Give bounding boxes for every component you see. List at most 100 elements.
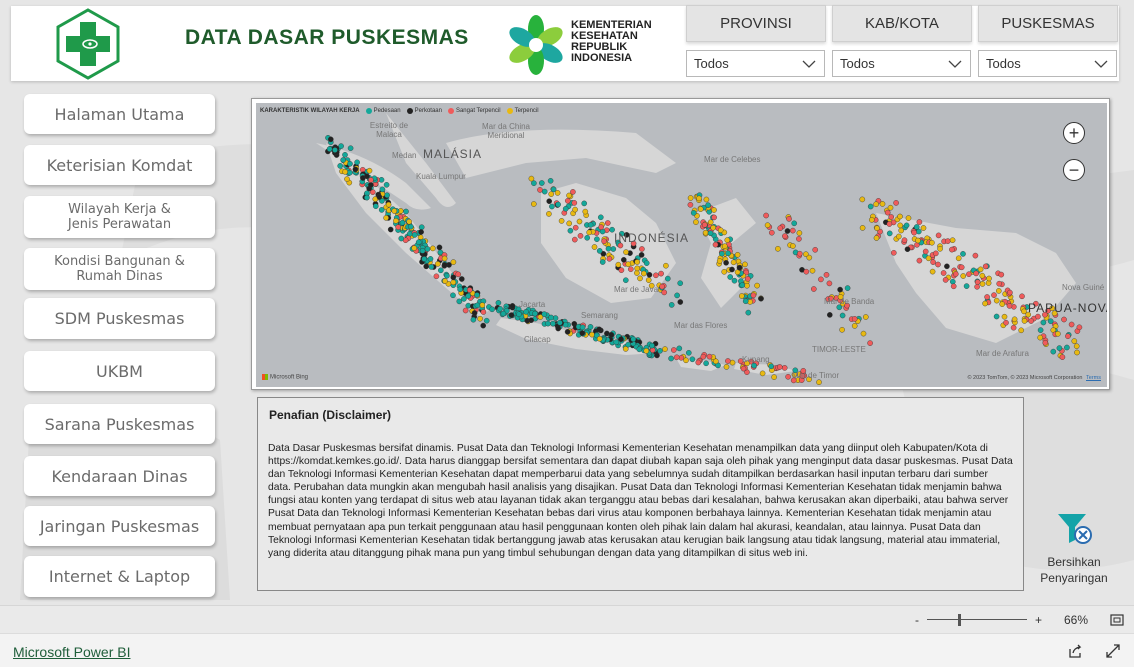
puskesmas-marker[interactable] [922,248,929,255]
puskesmas-marker[interactable] [564,198,571,204]
puskesmas-marker[interactable] [586,229,593,236]
puskesmas-marker[interactable] [823,271,830,278]
puskesmas-marker[interactable] [966,271,972,277]
map-zoom-out-button[interactable]: − [1063,159,1085,181]
puskesmas-marker[interactable] [707,230,714,236]
puskesmas-marker[interactable] [898,227,905,234]
puskesmas-marker[interactable] [483,317,490,324]
puskesmas-marker[interactable] [1028,318,1034,324]
puskesmas-marker[interactable] [897,222,904,229]
puskesmas-marker[interactable] [450,274,457,281]
puskesmas-marker[interactable] [851,323,858,329]
puskesmas-marker[interactable] [442,278,448,284]
zoom-slider[interactable] [926,614,1027,626]
puskesmas-marker[interactable] [702,229,709,236]
puskesmas-marker[interactable] [548,191,555,197]
puskesmas-marker[interactable] [441,255,448,262]
puskesmas-marker[interactable] [754,282,760,289]
puskesmas-marker[interactable] [727,274,734,280]
puskesmas-marker[interactable] [697,206,704,212]
puskesmas-marker[interactable] [742,298,749,304]
clear-filters-button[interactable]: Bersihkan Penyaringan [1038,512,1110,586]
puskesmas-marker[interactable] [549,203,555,210]
puskesmas-marker[interactable] [610,246,617,252]
puskesmas-marker[interactable] [740,365,747,372]
puskesmas-marker[interactable] [929,239,935,246]
puskesmas-marker[interactable] [571,200,578,206]
puskesmas-marker[interactable] [342,169,348,175]
puskesmas-marker[interactable] [949,237,956,243]
puskesmas-marker[interactable] [1006,303,1013,309]
puskesmas-marker[interactable] [935,232,942,239]
puskesmas-marker[interactable] [638,252,645,258]
puskesmas-marker[interactable] [950,283,957,290]
puskesmas-marker[interactable] [839,326,845,333]
puskesmas-marker[interactable] [677,280,684,286]
puskesmas-marker[interactable] [916,257,923,264]
puskesmas-marker[interactable] [689,356,696,363]
puskesmas-marker[interactable] [384,192,390,198]
puskesmas-marker[interactable] [759,370,766,377]
puskesmas-marker[interactable] [803,268,810,275]
puskesmas-marker[interactable] [687,195,694,201]
puskesmas-marker[interactable] [996,280,1003,287]
puskesmas-marker[interactable] [344,176,350,182]
puskesmas-marker[interactable] [777,364,783,370]
puskesmas-marker[interactable] [1010,324,1017,331]
puskesmas-marker[interactable] [598,224,604,230]
puskesmas-marker[interactable] [398,235,405,242]
puskesmas-marker[interactable] [784,228,791,234]
puskesmas-marker[interactable] [771,374,777,380]
puskesmas-marker[interactable] [721,268,728,275]
puskesmas-marker[interactable] [465,293,471,299]
puskesmas-marker[interactable] [572,224,579,231]
puskesmas-marker[interactable] [419,247,426,254]
puskesmas-marker[interactable] [662,346,668,352]
puskesmas-marker[interactable] [719,250,725,257]
puskesmas-marker[interactable] [366,167,373,174]
puskesmas-marker[interactable] [571,236,578,243]
puskesmas-marker[interactable] [703,360,709,367]
puskesmas-marker[interactable] [775,245,781,252]
puskesmas-marker[interactable] [1055,330,1061,337]
puskesmas-marker[interactable] [387,226,394,233]
puskesmas-marker[interactable] [676,345,683,352]
puskesmas-marker[interactable] [723,364,730,370]
puskesmas-marker[interactable] [873,201,879,207]
puskesmas-marker[interactable] [933,250,939,257]
puskesmas-marker[interactable] [664,275,671,282]
puskesmas-marker[interactable] [920,225,927,231]
puskesmas-marker[interactable] [893,200,899,206]
puskesmas-marker[interactable] [797,250,803,257]
puskesmas-marker[interactable] [674,292,680,299]
puskesmas-marker[interactable] [974,283,980,290]
puskesmas-marker[interactable] [599,259,606,265]
nav-sarana-puskesmas[interactable]: Sarana Puskesmas [24,404,215,444]
puskesmas-marker[interactable] [554,190,561,196]
puskesmas-marker[interactable] [929,268,936,275]
puskesmas-marker[interactable] [982,300,988,307]
puskesmas-marker[interactable] [347,145,354,152]
puskesmas-marker[interactable] [391,208,398,214]
puskesmas-marker[interactable] [558,218,565,224]
puskesmas-marker[interactable] [925,255,932,262]
puskesmas-marker[interactable] [996,288,1002,294]
puskesmas-marker[interactable] [999,301,1006,307]
puskesmas-marker[interactable] [729,266,735,273]
puskesmas-marker[interactable] [608,331,615,338]
puskesmas-marker[interactable] [826,280,833,287]
puskesmas-marker[interactable] [683,357,689,364]
puskesmas-marker[interactable] [744,282,750,289]
nav-sdm-puskesmas[interactable]: SDM Puskesmas [24,298,215,339]
puskesmas-marker[interactable] [620,256,627,263]
puskesmas-marker[interactable] [1056,345,1063,351]
puskesmas-marker[interactable] [953,271,959,277]
puskesmas-marker[interactable] [763,212,769,219]
puskesmas-marker[interactable] [915,237,921,244]
puskesmas-marker[interactable] [796,230,803,236]
filter-provinsi-dropdown[interactable]: Todos [686,50,825,77]
puskesmas-marker[interactable] [509,303,516,309]
puskesmas-marker[interactable] [581,200,588,207]
puskesmas-marker[interactable] [427,256,434,262]
puskesmas-marker[interactable] [622,277,629,283]
